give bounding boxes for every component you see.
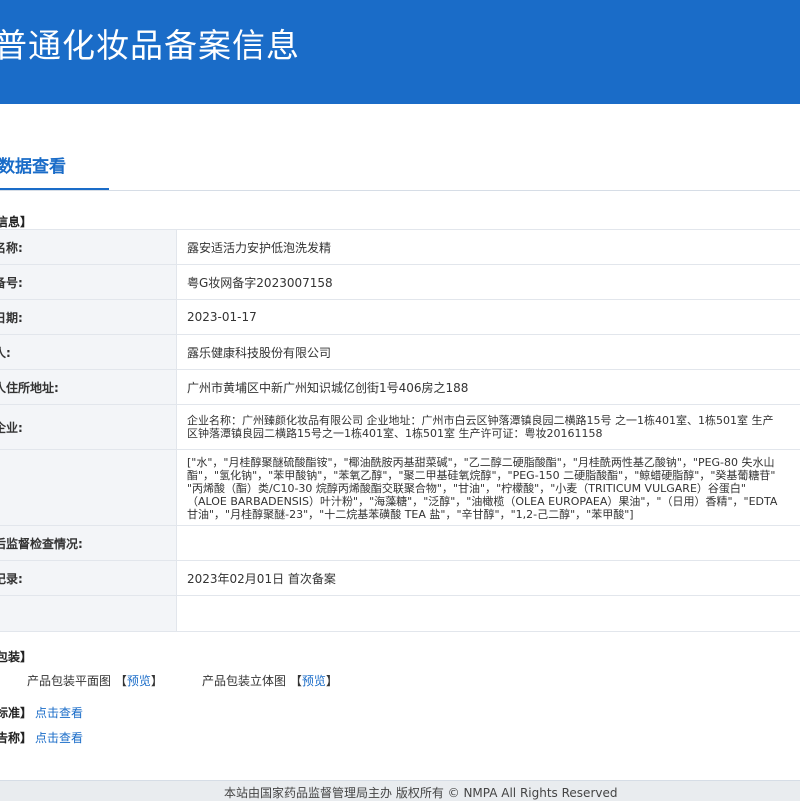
report-view-link[interactable]: 点击查看 (35, 729, 83, 746)
table-row: 企业: 企业名称：广州臻颜化妆品有限公司 企业地址：广州市白云区钟落潭镇良园二横… (0, 405, 800, 450)
bracket: 】 (151, 674, 163, 688)
page-title: 普通化妆品备案信息 (0, 19, 300, 67)
package-flat-label: 产品包装平面图 (27, 674, 111, 688)
table-row: ["水"，"月桂醇聚醚硫酸酯铵"，"椰油酰胺丙基甜菜碱"，"乙二醇二硬脂酸酯"，… (0, 450, 800, 526)
package-stereo-label: 产品包装立体图 (202, 674, 286, 688)
footer-copyright: 本站由国家药品监督管理局主办 版权所有 © NMPA All Rights Re… (224, 784, 617, 801)
row-label: 人: (0, 335, 177, 370)
row-value (177, 526, 800, 561)
footer: 本站由国家药品监督管理局主办 版权所有 © NMPA All Rights Re… (0, 780, 800, 801)
section-package-title: 包装】 (0, 648, 32, 665)
tab-data-view-label: 数据查看 (0, 152, 66, 177)
row-value-line: 企业名称：广州臻颜化妆品有限公司 企业地址：广州市白云区钟落潭镇良园二横路15号… (187, 414, 800, 427)
header-banner: 普通化妆品备案信息 (0, 0, 800, 104)
section-basic-info-title: 信息】 (0, 213, 32, 230)
row-label: 名称: (0, 230, 177, 265)
row-label: 后监督检查情况: (0, 526, 177, 561)
row-value-line: "丙烯酸（酯）类/C10-30 烷醇丙烯酸酯交联聚合物"，"甘油"，"柠檬酸"，… (187, 482, 800, 495)
table-row: 备号: 粤G妆网备字2023007158 (0, 265, 800, 300)
package-stereo-item: 产品包装立体图 【预览】 (202, 672, 338, 689)
row-value-line: （ALOE BARBADENSIS）叶汁粉"，"海藻糖"，"泛醇"，"油橄榄（O… (187, 495, 800, 508)
preview-flat-link[interactable]: 预览 (127, 674, 151, 688)
row-value-manufacturer: 企业名称：广州臻颜化妆品有限公司 企业地址：广州市白云区钟落潭镇良园二横路15号… (177, 405, 800, 450)
standard-view-link[interactable]: 点击查看 (35, 704, 83, 721)
row-value-line: 区钟落潭镇良园二横路15号之一1栋401室、1栋501室 生产许可证：粤妆201… (187, 427, 800, 440)
row-value-ingredients: ["水"，"月桂醇聚醚硫酸酯铵"，"椰油酰胺丙基甜菜碱"，"乙二醇二硬脂酸酯"，… (177, 450, 800, 526)
preview-stereo-link[interactable]: 预览 (302, 674, 326, 688)
table-row: 记录: 2023年02月01日 首次备案 (0, 561, 800, 596)
bracket: 【 (290, 674, 302, 688)
row-value: 粤G妆网备字2023007158 (177, 265, 800, 300)
row-label: 日期: (0, 300, 177, 335)
table-row: 日期: 2023-01-17 (0, 300, 800, 335)
tab-bar: 数据查看 (0, 130, 800, 191)
row-value-line: 酯"，"氢化钠"，"苯甲酸钠"，"苯氧乙醇"，"聚二甲基硅氧烷醇"，"PEG-1… (187, 469, 800, 482)
row-value-line: ["水"，"月桂醇聚醚硫酸酯铵"，"椰油酰胺丙基甜菜碱"，"乙二醇二硬脂酸酯"，… (187, 456, 800, 469)
row-value (177, 596, 800, 632)
info-table: 名称: 露安适活力安护低泡洗发精 备号: 粤G妆网备字2023007158 日期… (0, 229, 800, 632)
table-row: 人住所地址: 广州市黄埔区中新广州知识城亿创街1号406房之188 (0, 370, 800, 405)
table-row: 名称: 露安适活力安护低泡洗发精 (0, 230, 800, 265)
row-label: 人住所地址: (0, 370, 177, 405)
table-row: 人: 露乐健康科技股份有限公司 (0, 335, 800, 370)
row-label: 备号: (0, 265, 177, 300)
section-report-title: 告称】 (0, 729, 32, 746)
row-value: 露乐健康科技股份有限公司 (177, 335, 800, 370)
package-flat-item: 产品包装平面图 【预览】 (27, 672, 163, 689)
row-value: 广州市黄埔区中新广州知识城亿创街1号406房之188 (177, 370, 800, 405)
row-value-line: 甘油"，"月桂醇聚醚-23"，"十二烷基苯磺酸 TEA 盐"，"辛甘醇"，"1,… (187, 508, 800, 521)
row-label (0, 596, 177, 632)
row-label: 企业: (0, 405, 177, 450)
table-row (0, 596, 800, 632)
row-value: 露安适活力安护低泡洗发精 (177, 230, 800, 265)
table-row: 后监督检查情况: (0, 526, 800, 561)
row-label: 记录: (0, 561, 177, 596)
bracket: 】 (326, 674, 338, 688)
section-standard-title: 标准】 (0, 704, 32, 721)
bracket: 【 (115, 674, 127, 688)
row-label (0, 450, 177, 526)
tab-data-view[interactable]: 数据查看 (0, 130, 109, 190)
row-value: 2023-01-17 (177, 300, 800, 335)
row-value: 2023年02月01日 首次备案 (177, 561, 800, 596)
